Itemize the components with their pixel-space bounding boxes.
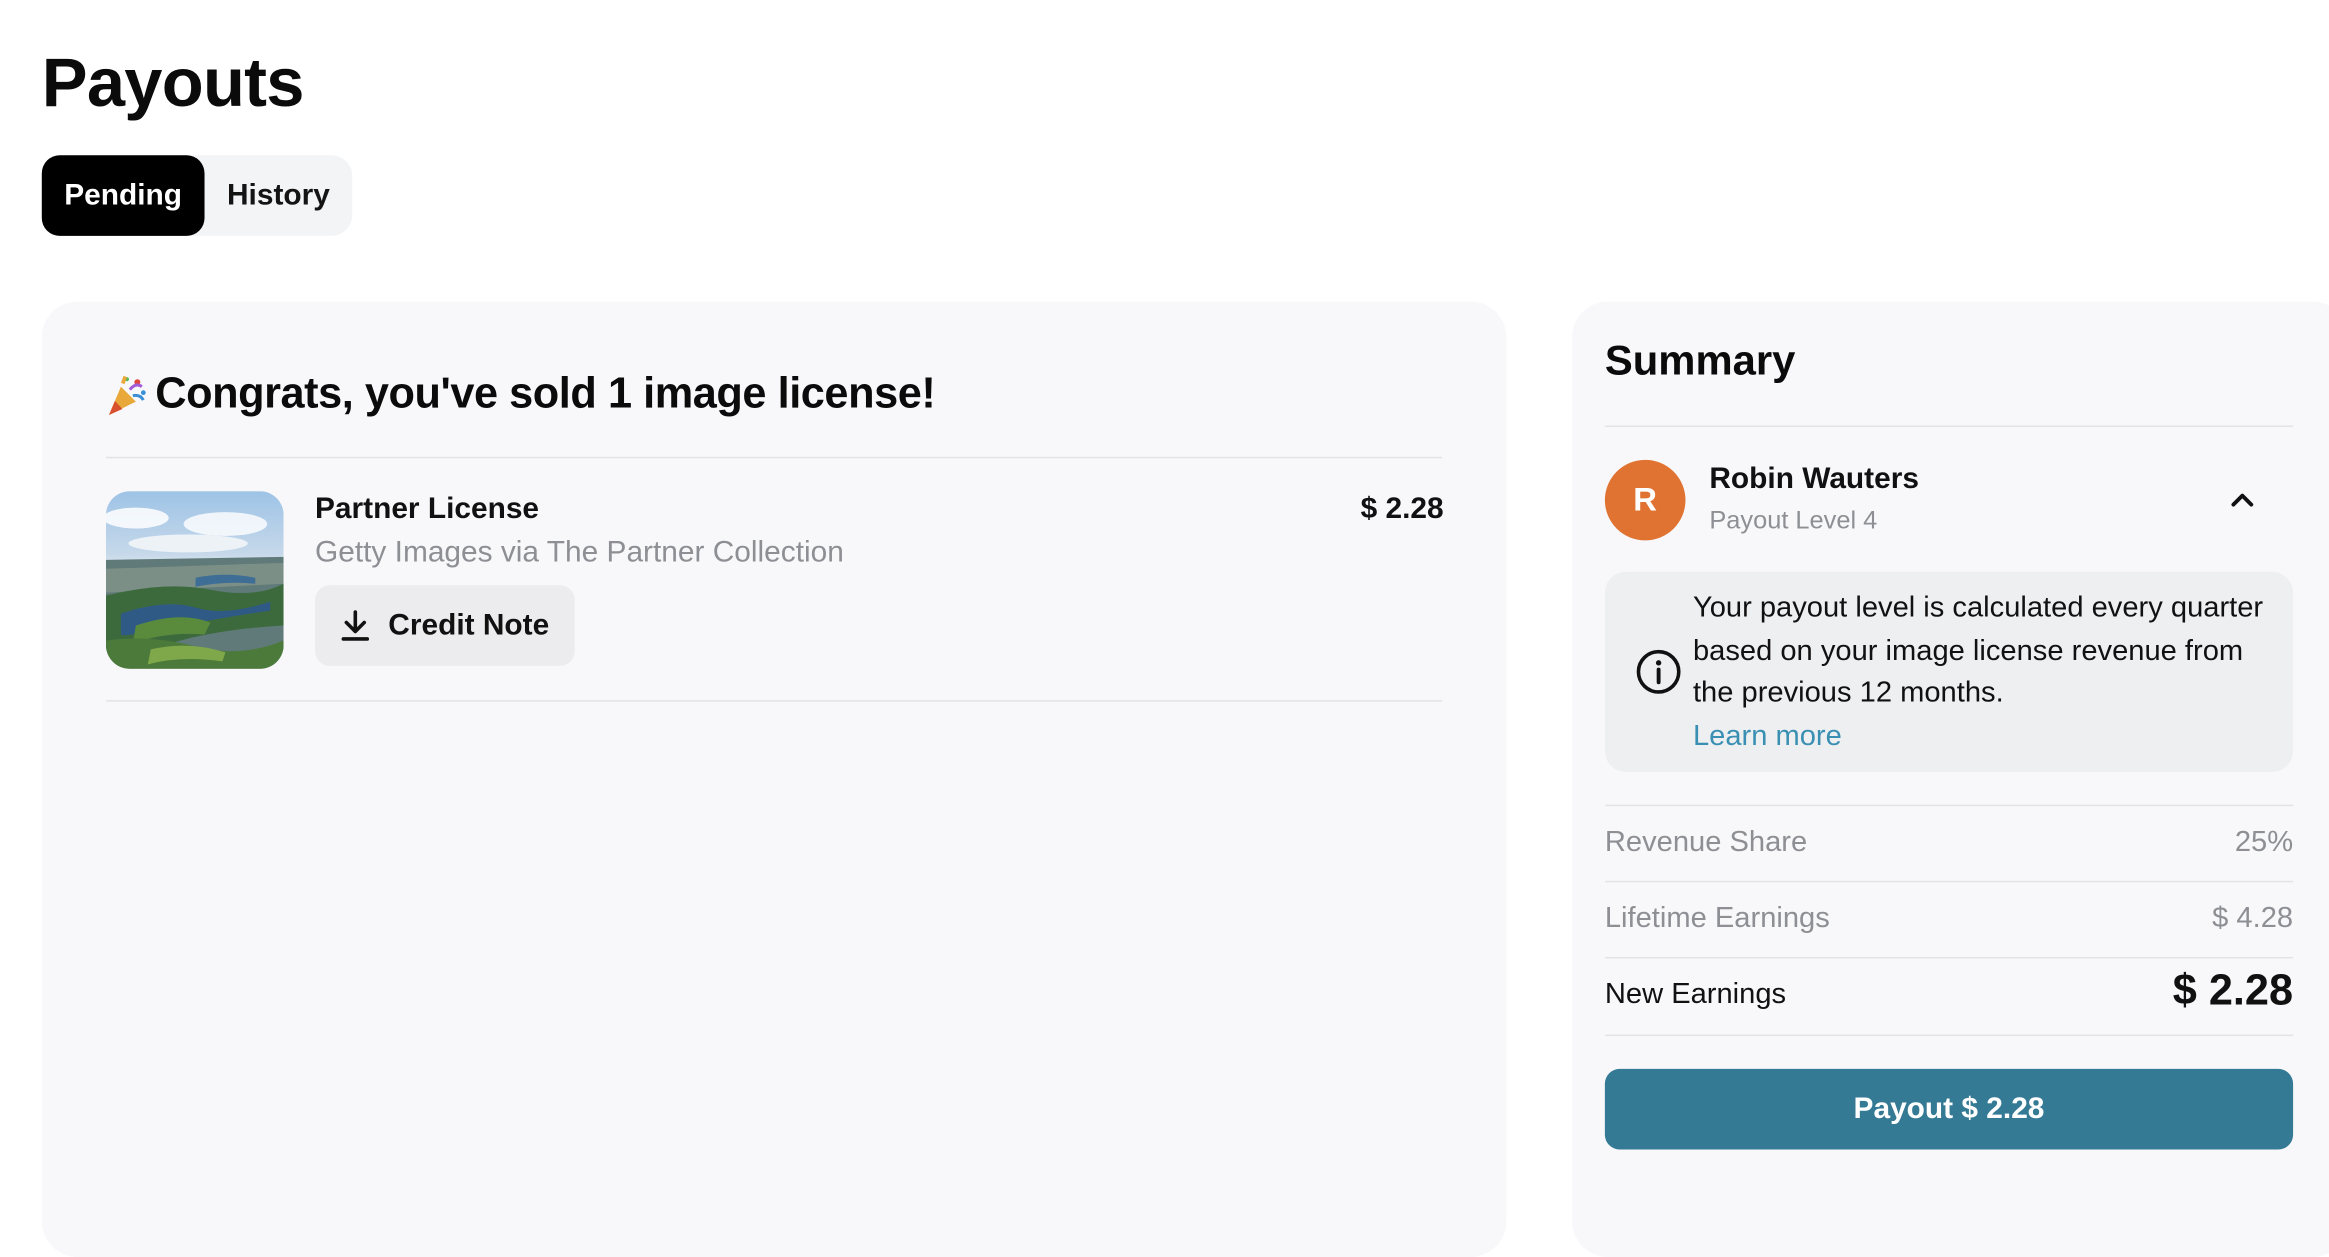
payout-button[interactable]: Payout $ 2.28 [1604, 1068, 2294, 1150]
payout-level-info: Your payout level is calculated every qu… [1604, 571, 2294, 772]
divider [1604, 1034, 2294, 1037]
user-name: Robin Wauters [1709, 462, 1919, 496]
tab-pending[interactable]: Pending [41, 155, 205, 236]
learn-more-link[interactable]: Learn more [1693, 719, 1842, 752]
revenue-share-label: Revenue Share [1604, 825, 1808, 859]
divider [1604, 804, 2294, 807]
lifetime-earnings-label: Lifetime Earnings [1604, 901, 1830, 935]
sales-card: Congrats, you've sold 1 image license! P… [41, 301, 1507, 1257]
download-icon [341, 610, 370, 641]
divider [1604, 880, 2294, 883]
license-title: Partner License [315, 492, 540, 526]
tab-history[interactable]: History [205, 155, 353, 236]
payouts-page: Payouts Pending History Congrats, you've… [0, 0, 2329, 1257]
chevron-up-icon[interactable] [2226, 484, 2259, 517]
info-description: Your payout level is calculated every qu… [1692, 591, 2264, 710]
payout-level: Payout Level 4 [1709, 506, 1878, 535]
new-earnings-value: $ 2.28 [2172, 967, 2294, 1016]
lifetime-earnings-value: $ 4.28 [2212, 901, 2294, 935]
license-source: Getty Images via The Partner Collection [315, 535, 844, 569]
divider [105, 456, 1443, 459]
credit-note-button[interactable]: Credit Note [315, 585, 575, 666]
party-popper-icon [108, 375, 146, 415]
divider [1604, 956, 2294, 959]
summary-card: Summary R Robin Wauters Payout Level 4 Y… [1572, 301, 2329, 1257]
page-title: Payouts [41, 43, 305, 121]
info-text: Your payout level is calculated every qu… [1693, 587, 2275, 757]
tab-bar: Pending History [41, 155, 353, 236]
congrats-heading: Congrats, you've sold 1 image license! [105, 370, 936, 419]
aerial-landscape-photo [105, 491, 284, 669]
revenue-share-value: 25% [2234, 825, 2294, 859]
summary-title: Summary [1604, 337, 1796, 384]
avatar: R [1604, 459, 1686, 541]
license-price: $ 2.28 [1360, 492, 1444, 526]
info-icon [1636, 649, 1681, 694]
credit-note-label: Credit Note [388, 608, 550, 642]
divider [105, 700, 1443, 702]
new-earnings-label: New Earnings [1604, 977, 1787, 1011]
license-thumbnail [105, 491, 284, 669]
divider [1604, 425, 2294, 427]
congrats-text: Congrats, you've sold 1 image license! [155, 370, 936, 419]
